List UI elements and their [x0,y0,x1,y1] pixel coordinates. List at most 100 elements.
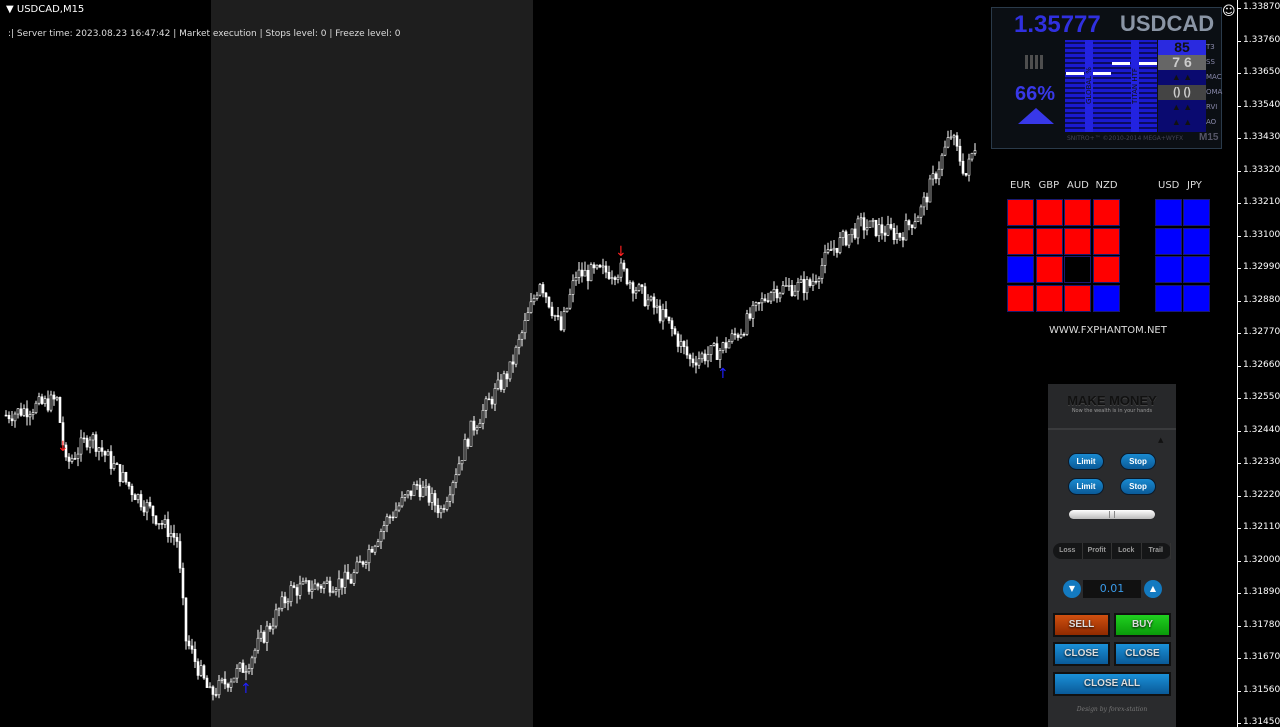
candle [295,584,299,604]
candle [43,395,47,407]
panel-subtitle: Now the wealth is in your hands [1071,408,1153,414]
candle [430,487,434,511]
candle [148,496,152,509]
buy-button[interactable]: BUY [1114,613,1171,637]
price-axis[interactable]: 1.33870 1.33760 1.33650 1.33540 1.33430 1.333… [1236,0,1280,727]
candle [553,314,557,322]
tab-loss[interactable]: Loss [1053,543,1083,559]
candle [298,575,302,600]
candle [334,587,338,596]
candle [376,538,380,548]
expert-smile-icon: ☺ [1222,4,1236,19]
lot-decrease-button[interactable]: ▼ [1063,580,1081,598]
candle [28,410,32,426]
candle [262,630,266,644]
strength-cell [1155,199,1182,226]
candle [67,453,71,469]
price-tick: 1.32990 [1236,262,1280,272]
slider-handle[interactable] [1109,511,1115,518]
candle [259,625,263,642]
dropdown-icon[interactable]: ▼ [6,4,17,15]
sell-limit-button[interactable]: Limit [1068,478,1104,495]
price-tick: 1.31670 [1236,652,1280,662]
strength-cell [1064,284,1091,312]
price-tick: 1.33760 [1236,34,1280,45]
candle [844,229,848,247]
candle [301,577,305,585]
candle [928,174,932,203]
candle [151,505,155,524]
candle [847,234,851,249]
candle [373,544,377,556]
candle [13,411,17,428]
buy-stop-button[interactable]: Stop [1120,453,1156,470]
strength-cell [1064,199,1091,226]
candle [382,520,386,540]
bell-icon[interactable]: ▲ [1158,436,1163,444]
candle [280,591,284,612]
candle [808,277,812,288]
candle [652,293,656,315]
price-tick: 1.32440 [1236,424,1280,435]
candle [502,370,506,393]
candle [436,498,440,518]
currency-label: NZD [1095,180,1118,191]
close-buy-button[interactable]: CLOSE [1114,642,1171,666]
candle [721,341,725,354]
candle [145,499,149,521]
sell-stop-button[interactable]: Stop [1120,478,1156,495]
candle [769,290,773,304]
candle [529,292,533,314]
candle [508,361,512,382]
lot-increase-button[interactable]: ▲ [1144,580,1162,598]
candle [883,225,887,242]
strength-cell [1064,227,1091,255]
candle [286,598,290,611]
candle [583,261,587,277]
candle [325,576,329,585]
candle [109,445,113,475]
close-sell-button[interactable]: CLOSE [1053,642,1110,666]
sell-button[interactable]: SELL [1053,613,1110,637]
label: MAC [1206,73,1222,81]
candle [520,330,524,347]
candle [730,329,734,344]
candle [604,261,608,279]
buy-limit-button[interactable]: Limit [1068,453,1104,470]
candle [958,138,962,166]
candle [784,277,788,287]
candle [943,140,947,157]
slider[interactable] [1069,510,1155,519]
candle [466,437,470,450]
candle [16,408,20,419]
chart-title[interactable]: ▼ USDCAD,M15 [6,4,84,15]
candle [904,213,908,241]
candle [277,607,281,617]
strength-cell [1007,227,1034,255]
candle [574,271,578,286]
candle [589,262,593,282]
lot-size-input[interactable]: 0.01 [1083,580,1141,598]
close-all-button[interactable]: CLOSE ALL [1053,672,1171,696]
candle [916,215,920,223]
candle [658,299,662,324]
candle [112,455,116,471]
price-tick: 1.31890 [1236,587,1280,597]
candle [556,306,560,321]
price-tick: 1.32220 [1236,489,1280,500]
candle [841,229,845,246]
strength-cell [1035,256,1063,283]
price-tick: 1.31560 [1236,684,1280,695]
candle [463,433,467,461]
candle [679,334,683,354]
panel-title: MAKE MONEY [1067,393,1157,408]
tab-trail[interactable]: Trail [1142,543,1171,559]
candle [829,240,833,251]
tab-profit[interactable]: Profit [1083,543,1112,559]
candle [136,493,140,504]
candle [910,224,914,236]
indicator-labels: T3 SS MAC OMA RVI AO [1206,40,1222,130]
sell-arrow-icon: ↓ [615,244,627,260]
tab-lock[interactable]: Lock [1112,543,1142,559]
price-tick: 1.32550 [1236,392,1280,402]
